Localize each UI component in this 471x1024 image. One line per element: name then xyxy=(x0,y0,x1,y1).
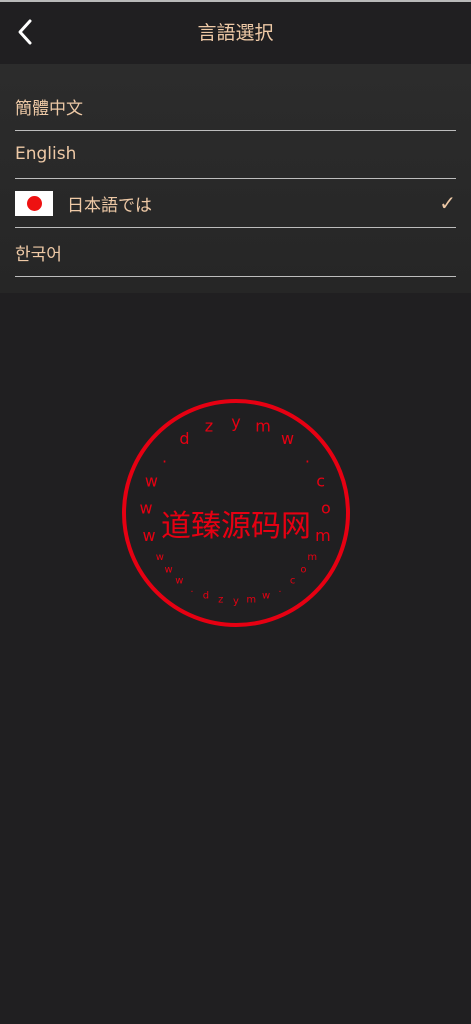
watermark-stamp: 道臻源码网 www.dz y mw.com www.d z y m w.com xyxy=(122,399,350,627)
watermark-ring-char: . xyxy=(305,448,310,467)
language-list: 簡體中文 English 日本語では ✓ 한국어 xyxy=(0,64,471,293)
watermark-ring-char: w xyxy=(175,575,183,586)
app-header: 言語選択 xyxy=(0,2,471,64)
watermark-center-text: 道臻源码网 xyxy=(161,509,311,544)
checkmark-icon: ✓ xyxy=(439,191,456,215)
watermark-ring-char: z xyxy=(205,417,213,436)
watermark-ring-char: y xyxy=(231,413,240,432)
watermark-ring-char: m xyxy=(307,552,317,563)
watermark-ring-char: y xyxy=(233,596,239,607)
watermark-ring-char: o xyxy=(300,565,306,576)
chevron-left-icon xyxy=(18,19,32,45)
page-title: 言語選択 xyxy=(197,22,274,44)
language-item-traditional-chinese[interactable]: 簡體中文 xyxy=(15,82,456,131)
watermark-ring-char: d xyxy=(179,429,189,448)
watermark-ring-char: o xyxy=(321,499,331,518)
watermark-ring-char: d xyxy=(203,591,209,602)
watermark-ring-char: m xyxy=(255,417,271,436)
language-label: 簡體中文 xyxy=(15,98,83,119)
language-item-japanese[interactable]: 日本語では ✓ xyxy=(15,179,456,228)
watermark-ring-char: w xyxy=(140,499,153,518)
watermark-ring-char: m xyxy=(246,595,256,606)
back-button[interactable] xyxy=(8,14,42,50)
watermark-ring-char: m xyxy=(315,526,331,545)
language-item-korean[interactable]: 한국어 xyxy=(15,228,456,277)
watermark-ring-char: w xyxy=(156,552,164,563)
watermark-ring-bottom: www.d z y m w.com xyxy=(156,552,317,607)
watermark-ring-char: . xyxy=(162,448,167,467)
watermark-ring-char: z xyxy=(218,595,223,606)
watermark-ring-char: c xyxy=(290,575,296,586)
watermark-ring-char: w xyxy=(165,565,173,576)
watermark-ring-char: . xyxy=(190,584,193,595)
language-label: English xyxy=(15,144,77,164)
language-item-english[interactable]: English xyxy=(15,130,456,179)
watermark-ring-char: w xyxy=(262,591,270,602)
language-label: 日本語では xyxy=(67,195,152,216)
watermark-ring-char: w xyxy=(281,429,294,448)
japan-flag-icon xyxy=(15,190,53,216)
watermark-ring-char: . xyxy=(278,584,281,595)
watermark-ring-char: w xyxy=(145,472,158,491)
watermark-ring-char: w xyxy=(143,526,156,545)
watermark-ring-char: c xyxy=(316,472,325,491)
language-label: 한국어 xyxy=(15,244,62,265)
